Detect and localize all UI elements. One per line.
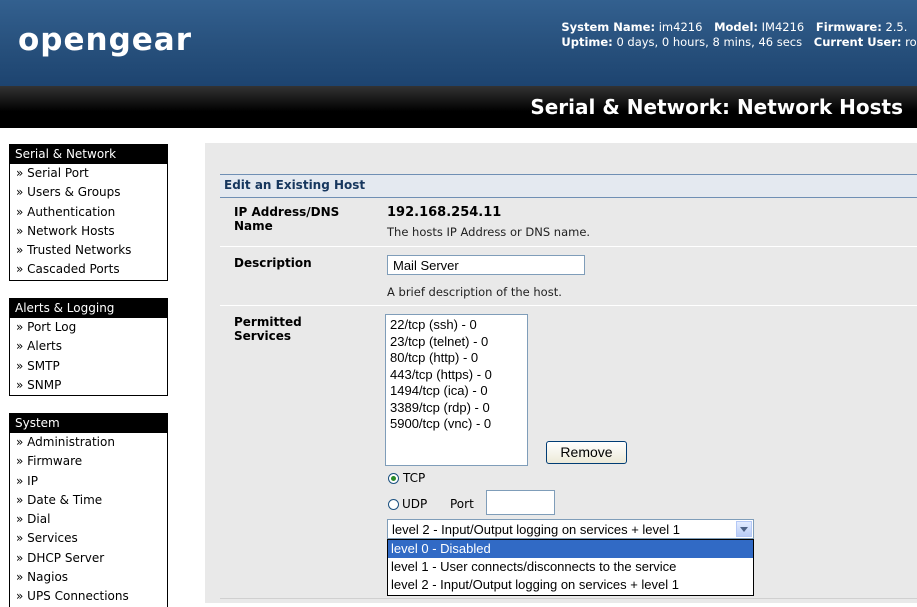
firmware-label: Firmware:	[815, 20, 882, 34]
opengear-logo: opengear	[18, 22, 193, 58]
row-divider	[220, 598, 917, 599]
current-user-value: roc	[905, 35, 917, 49]
sidebar-item-alerts[interactable]: Alerts	[10, 337, 167, 356]
logging-level-value: level 2 - Input/Output logging on servic…	[392, 522, 680, 537]
remove-button[interactable]: Remove	[546, 441, 627, 464]
menu-alerts-logging: Alerts & Logging Port Log Alerts SMTP SN…	[9, 298, 168, 397]
description-label: Description	[234, 256, 312, 270]
page-title: Serial & Network: Network Hosts	[530, 95, 903, 119]
udp-radio[interactable]	[388, 499, 399, 510]
logging-level-dropdown[interactable]: level 0 - Disabled level 1 - User connec…	[387, 539, 754, 596]
sidebar-item-serial-port[interactable]: Serial Port	[10, 164, 167, 183]
ip-address-hint: The hosts IP Address or DNS name.	[387, 225, 591, 239]
system-info: System Name: im4216 Model: IM4216 Firmwa…	[561, 20, 917, 50]
permitted-services-list[interactable]: 22/tcp (ssh) - 0 23/tcp (telnet) - 0 80/…	[385, 314, 528, 466]
system-name-label: System Name:	[561, 20, 656, 34]
menu-heading-serial-network: Serial & Network	[10, 145, 167, 164]
system-name-value: im4216	[658, 20, 703, 34]
permitted-services-label: Permitted Services	[234, 315, 302, 343]
logging-option[interactable]: level 0 - Disabled	[388, 540, 753, 558]
row-divider	[220, 305, 917, 306]
sidebar-item-snmp[interactable]: SNMP	[10, 376, 167, 395]
menu-heading-alerts-logging: Alerts & Logging	[10, 299, 167, 318]
ip-address-label: IP Address/DNS Name	[234, 205, 340, 233]
section-header: Edit an Existing Host	[220, 174, 917, 198]
service-item[interactable]: 443/tcp (https) - 0	[390, 367, 523, 384]
logging-option[interactable]: level 1 - User connects/disconnects to t…	[388, 558, 753, 576]
sidebar-item-dial[interactable]: Dial	[10, 510, 167, 529]
title-bar: Serial & Network: Network Hosts	[0, 86, 917, 128]
firmware-value: 2.5.	[885, 20, 908, 34]
row-divider	[220, 246, 917, 247]
sidebar-item-administration[interactable]: Administration	[10, 433, 167, 452]
sidebar-item-nagios[interactable]: Nagios	[10, 568, 167, 587]
section-title: Edit an Existing Host	[224, 178, 366, 192]
main-panel: Edit an Existing Host IP Address/DNS Nam…	[205, 143, 917, 603]
ip-address-value: 192.168.254.11	[387, 205, 502, 220]
sidebar-item-users-groups[interactable]: Users & Groups	[10, 183, 167, 202]
port-input[interactable]	[486, 490, 555, 515]
description-hint: A brief description of the host.	[387, 285, 562, 299]
service-item[interactable]: 80/tcp (http) - 0	[390, 350, 523, 367]
service-item[interactable]: 3389/tcp (rdp) - 0	[390, 400, 523, 417]
uptime-value: 0 days, 0 hours, 8 mins, 46 secs	[616, 35, 803, 49]
port-label: Port	[450, 497, 474, 511]
sidebar-item-date-time[interactable]: Date & Time	[10, 491, 167, 510]
tcp-radio[interactable]	[388, 473, 399, 484]
tcp-radio-label: TCP	[403, 471, 426, 485]
model-value: IM4216	[761, 20, 805, 34]
logging-option[interactable]: level 2 - Input/Output logging on servic…	[388, 576, 753, 594]
model-label: Model:	[714, 20, 758, 34]
sidebar-item-dhcp-server[interactable]: DHCP Server	[10, 549, 167, 568]
sidebar-item-ip[interactable]: IP	[10, 472, 167, 491]
sidebar-item-firmware[interactable]: Firmware	[10, 452, 167, 471]
sidebar-item-trusted-networks[interactable]: Trusted Networks	[10, 241, 167, 260]
sidebar-item-services[interactable]: Services	[10, 529, 167, 548]
header-banner: opengear System Name: im4216 Model: IM42…	[0, 0, 917, 86]
service-item[interactable]: 1494/tcp (ica) - 0	[390, 383, 523, 400]
service-item[interactable]: 22/tcp (ssh) - 0	[390, 317, 523, 334]
sidebar-item-ups-connections[interactable]: UPS Connections	[10, 587, 167, 606]
uptime-label: Uptime:	[561, 35, 613, 49]
sidebar-item-smtp[interactable]: SMTP	[10, 357, 167, 376]
description-input[interactable]	[387, 255, 585, 275]
sidebar-item-port-log[interactable]: Port Log	[10, 318, 167, 337]
sidebar-item-cascaded-ports[interactable]: Cascaded Ports	[10, 260, 167, 279]
menu-heading-system: System	[10, 414, 167, 433]
service-item[interactable]: 23/tcp (telnet) - 0	[390, 334, 523, 351]
sidebar-item-authentication[interactable]: Authentication	[10, 203, 167, 222]
current-user-label: Current User:	[813, 35, 902, 49]
menu-system: System Administration Firmware IP Date &…	[9, 413, 168, 607]
service-item[interactable]: 5900/tcp (vnc) - 0	[390, 416, 523, 433]
chevron-down-icon[interactable]	[736, 521, 752, 537]
menu-serial-network: Serial & Network Serial Port Users & Gro…	[9, 144, 168, 281]
logging-level-select[interactable]: level 2 - Input/Output logging on servic…	[387, 519, 754, 539]
sidebar-item-network-hosts[interactable]: Network Hosts	[10, 222, 167, 241]
udp-radio-label: UDP	[402, 497, 428, 511]
